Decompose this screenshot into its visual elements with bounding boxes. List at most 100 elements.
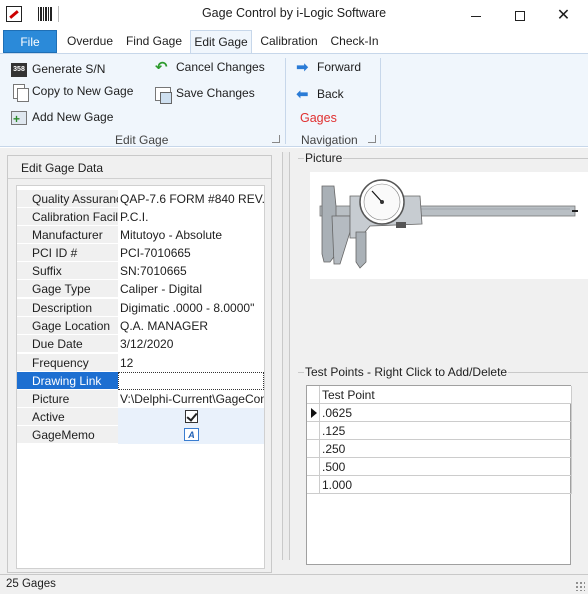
test-point-cell[interactable]: 1.000 [320, 476, 572, 494]
close-button[interactable]: ✕ [541, 0, 586, 30]
status-bar: 25 Gages [0, 574, 588, 594]
memo-edit-icon[interactable]: A [184, 428, 199, 441]
add-new-gage-button[interactable]: Add New Gage [11, 108, 113, 128]
field-value[interactable]: QAP-7.6 FORM #840 REV. B [118, 190, 264, 208]
cancel-changes-label: Cancel Changes [176, 60, 265, 74]
maximize-icon [514, 11, 525, 22]
row-indicator [307, 422, 320, 440]
ribbon-group-divider [285, 58, 286, 144]
grid-row-description[interactable]: Description Digimatic .0000 - 8.0000" [17, 299, 264, 317]
picture-caption: Picture [304, 151, 344, 165]
generate-sn-label: Generate S/N [32, 62, 106, 76]
gage-picture [310, 172, 588, 279]
drawing-link-input[interactable] [118, 372, 264, 390]
field-label: Manufacturer [17, 226, 118, 244]
minimize-icon [470, 15, 481, 17]
save-changes-label: Save Changes [176, 86, 255, 100]
close-icon: ✕ [556, 7, 571, 24]
table-row[interactable]: .500 [307, 458, 572, 476]
ribbon: 358 Generate S/N Copy to New Gage Add New… [0, 53, 588, 147]
copy-to-new-gage-button[interactable]: Copy to New Gage [11, 82, 134, 103]
gages-link[interactable]: Gages [300, 111, 337, 125]
edit-panel-caption: Edit Gage Data [21, 161, 104, 175]
field-value[interactable]: 3/12/2020 [118, 335, 264, 353]
grid-row-manufacturer[interactable]: Manufacturer Mitutoyo - Absolute [17, 226, 264, 244]
tab-file[interactable]: File [3, 30, 57, 53]
gage-property-grid[interactable]: Quality Assuranc QAP-7.6 FORM #840 REV. … [16, 185, 265, 569]
grid-row-gage-memo[interactable]: GageMemo A [17, 426, 264, 444]
table-row[interactable]: .125 [307, 422, 572, 440]
title-bar: Gage Control by i-Logic Software ✕ [0, 0, 588, 30]
field-value[interactable]: Digimatic .0000 - 8.0000" [118, 299, 264, 317]
back-label: Back [317, 87, 344, 101]
back-arrow-icon: ⬅ [296, 85, 309, 103]
grid-row-picture[interactable]: Picture V:\Delphi-Current\GageContro [17, 390, 264, 408]
field-value[interactable]: Q.A. MANAGER [118, 317, 264, 335]
main-area: Edit Gage Data Quality Assuranc QAP-7.6 … [0, 148, 588, 574]
memo-value-cell[interactable]: A [118, 426, 264, 444]
test-point-cell[interactable]: .500 [320, 458, 572, 476]
test-points-header: Test Point [307, 386, 572, 404]
generate-sn-button[interactable]: 358 Generate S/N [11, 60, 105, 78]
row-indicator [307, 476, 320, 494]
test-point-cell[interactable]: .0625 [320, 404, 572, 422]
grid-row-pci-id[interactable]: PCI ID # PCI-7010665 [17, 244, 264, 262]
active-value-cell[interactable] [118, 408, 264, 426]
grid-row-calibration-facility[interactable]: Calibration Facilit P.C.I. [17, 208, 264, 226]
field-label: Gage Type [17, 280, 118, 298]
save-changes-button[interactable]: Save Changes [155, 84, 255, 104]
copy-icon [13, 84, 29, 103]
edit-gage-dialog-launcher-icon[interactable] [272, 135, 280, 143]
grid-row-quality-assurance[interactable]: Quality Assuranc QAP-7.6 FORM #840 REV. … [17, 190, 264, 208]
minimize-button[interactable] [453, 0, 498, 30]
table-row[interactable]: .0625 [307, 404, 572, 422]
field-value[interactable]: Mitutoyo - Absolute [118, 226, 264, 244]
grid-row-due-date[interactable]: Due Date 3/12/2020 [17, 335, 264, 353]
edit-gage-group-label: Edit Gage [115, 133, 169, 147]
column-header-test-point[interactable]: Test Point [320, 386, 572, 404]
maximize-button[interactable] [497, 0, 542, 30]
edit-panel-divider [8, 178, 271, 179]
field-label: Calibration Facilit [17, 208, 118, 226]
test-point-cell[interactable]: .125 [320, 422, 572, 440]
tab-check-in[interactable]: Check-In [327, 30, 382, 53]
field-value[interactable]: 12 [118, 354, 264, 372]
back-button[interactable]: ⬅ Back [296, 85, 344, 103]
tab-find-gage[interactable]: Find Gage [122, 30, 186, 53]
copy-to-new-gage-label: Copy to New Gage [32, 84, 134, 98]
grid-row-frequency[interactable]: Frequency 12 [17, 354, 264, 372]
field-value[interactable]: SN:7010665 [118, 262, 264, 280]
test-points-grid[interactable]: Test Point .0625 .125 .250 .500 1.000 [306, 385, 572, 565]
field-label: PCI ID # [17, 244, 118, 262]
grid-corner [307, 386, 320, 404]
grid-row-suffix[interactable]: Suffix SN:7010665 [17, 262, 264, 280]
table-row[interactable]: .250 [307, 440, 572, 458]
tab-edit-gage[interactable]: Edit Gage [190, 30, 252, 54]
tab-overdue[interactable]: Overdue [61, 30, 119, 53]
grid-row-drawing-link[interactable]: Drawing Link [17, 372, 264, 390]
field-value[interactable]: PCI-7010665 [118, 244, 264, 262]
field-value[interactable]: P.C.I. [118, 208, 264, 226]
tab-calibration[interactable]: Calibration [256, 30, 322, 53]
field-value[interactable]: Caliper - Digital [118, 280, 264, 298]
active-checkbox[interactable] [185, 410, 198, 423]
field-label: Quality Assuranc [17, 190, 118, 208]
ribbon-group-divider [380, 58, 381, 144]
picture-path-field[interactable]: V:\Delphi-Current\GageContro [118, 390, 264, 408]
picture-panel: Picture [298, 151, 588, 363]
forward-arrow-icon: ➡ [296, 58, 309, 76]
test-point-cell[interactable]: .250 [320, 440, 572, 458]
field-label: Due Date [17, 335, 118, 353]
grid-row-active[interactable]: Active [17, 408, 264, 426]
grid-row-gage-location[interactable]: Gage Location Q.A. MANAGER [17, 317, 264, 335]
vertical-splitter[interactable] [282, 152, 290, 560]
test-points-panel: Test Points - Right Click to Add/Delete … [298, 365, 588, 566]
field-label: Drawing Link [17, 372, 118, 390]
navigation-dialog-launcher-icon[interactable] [368, 135, 376, 143]
field-label: Description [17, 299, 118, 317]
cancel-changes-button[interactable]: ↶ Cancel Changes [155, 58, 265, 76]
grid-row-gage-type[interactable]: Gage Type Caliper - Digital [17, 280, 264, 298]
resize-grip-icon[interactable] [575, 581, 585, 591]
forward-button[interactable]: ➡ Forward [296, 58, 361, 76]
table-row[interactable]: 1.000 [307, 476, 572, 494]
